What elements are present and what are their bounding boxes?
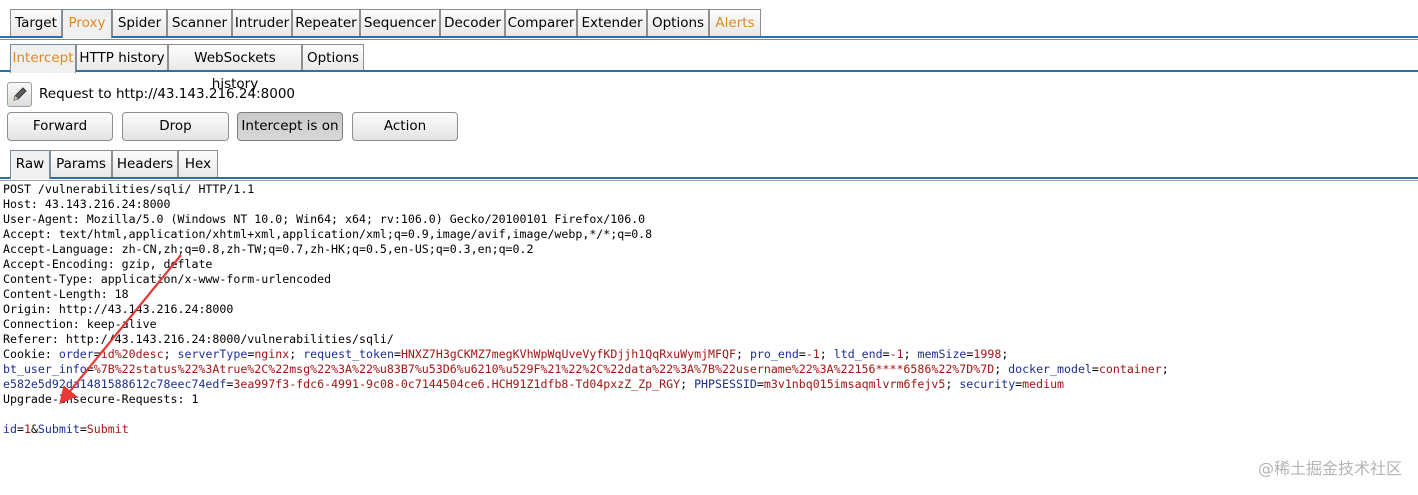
annotation-arrow [59,254,182,405]
tab-proxy[interactable]: Proxy [62,9,112,38]
tab-intercept[interactable]: Intercept [10,44,76,73]
watermark: @稀土掘金技术社区 [1257,459,1402,478]
tab-raw[interactable]: Raw [10,150,50,179]
